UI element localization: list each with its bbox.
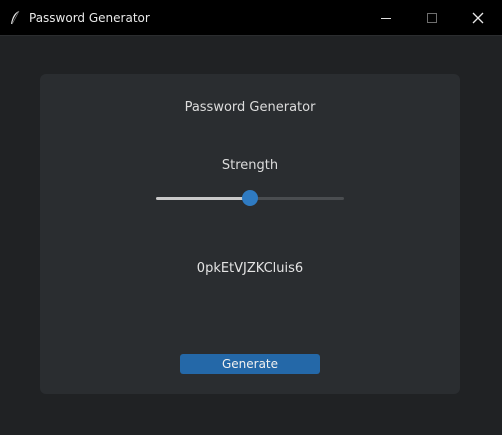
generated-password: 0pkEtVJZKCluis6 (196, 261, 304, 276)
maximize-icon (427, 13, 437, 23)
minimize-button[interactable] (363, 0, 409, 36)
slider-fill (156, 197, 250, 200)
title-bar[interactable]: Password Generator (0, 0, 502, 36)
app-window: Password Generator Password Generator St… (0, 0, 502, 435)
slider-thumb[interactable] (242, 190, 258, 206)
feather-icon (11, 10, 20, 25)
close-button[interactable] (455, 0, 501, 36)
minimize-icon (381, 17, 391, 19)
panel-heading: Password Generator (184, 100, 316, 115)
strength-slider[interactable] (156, 188, 344, 208)
window-title: Password Generator (29, 11, 150, 25)
generate-button[interactable]: Generate (180, 354, 320, 374)
maximize-button[interactable] (409, 0, 455, 36)
strength-label: Strength (221, 158, 279, 173)
close-icon (472, 12, 484, 24)
main-panel: Password Generator Strength 0pkEtVJZKClu… (40, 74, 460, 394)
